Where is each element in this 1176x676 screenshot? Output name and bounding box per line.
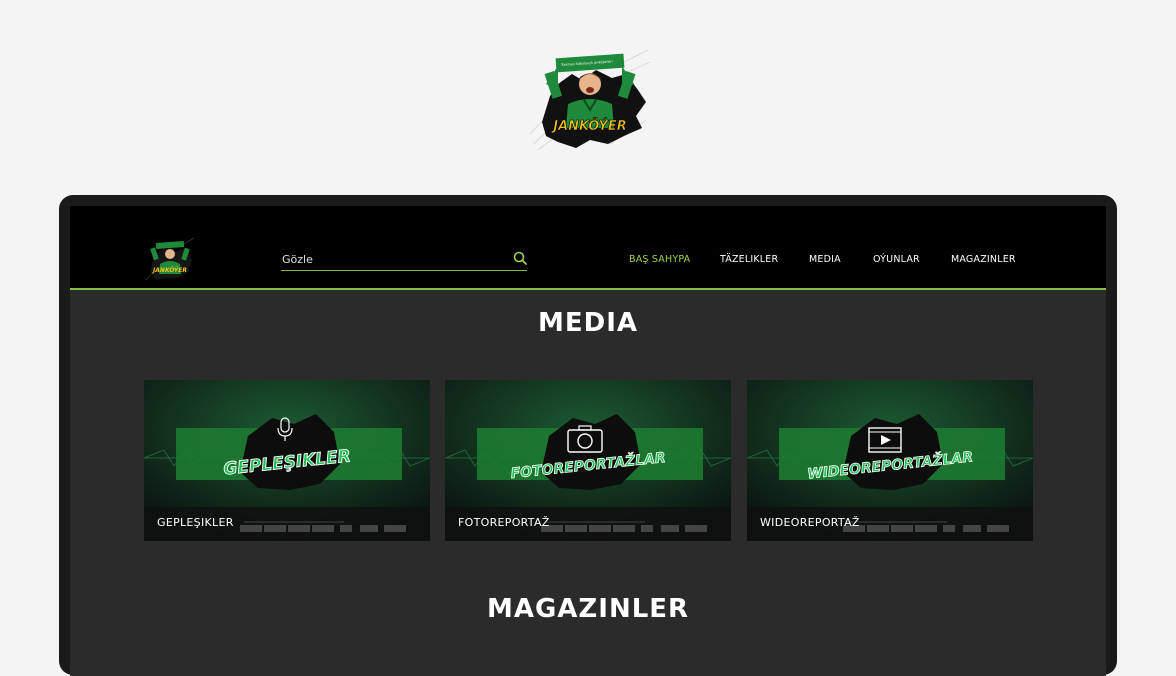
media-section-title: MEDIA (537, 308, 638, 338)
nav-news[interactable]: TÄZELIKLER (720, 254, 778, 265)
logo-wordmark: JANKÖÝER (550, 118, 626, 134)
site-header: JANKÖÝER BAŞ SAHYPA TÄZELIKLER MEDIA OÝU… (70, 206, 1106, 290)
nav-shops[interactable]: MAGAZINLER (951, 254, 1016, 265)
janakoyer-logo: Türkmen futbolynyň janköýerleri JANKÖÝER (529, 49, 651, 151)
media-card-video-reports[interactable]: WIDEOREPORTAŽLAR WIDEOREPORTAŽ (747, 380, 1033, 541)
nav-home[interactable]: BAŞ SAHYPA (629, 254, 690, 265)
search-icon[interactable] (513, 251, 527, 265)
nav-games[interactable]: OÝUNLAR (873, 254, 920, 265)
search-input[interactable] (282, 250, 482, 268)
header-logo[interactable]: JANKÖÝER (144, 236, 196, 284)
search-box (281, 250, 527, 271)
card-label: WIDEOREPORTAŽ (760, 516, 860, 529)
media-card-photo-reports[interactable]: FOTOREPORTAŽLAR FOTOREPORTAŽ (445, 380, 731, 541)
header-logo-wordmark: JANKÖÝER (152, 267, 187, 274)
media-card-interviews[interactable]: GEPLEŞIKLER GEPLEŞIKLER (144, 380, 430, 541)
card-label: GEPLEŞIKLER (157, 516, 234, 529)
card-label: FOTOREPORTAŽ (458, 516, 550, 529)
website-screen: JANKÖÝER BAŞ SAHYPA TÄZELIKLER MEDIA OÝU… (70, 206, 1106, 676)
shops-section-title: MAGAZINLER (486, 594, 690, 624)
nav-media[interactable]: MEDIA (809, 254, 841, 265)
